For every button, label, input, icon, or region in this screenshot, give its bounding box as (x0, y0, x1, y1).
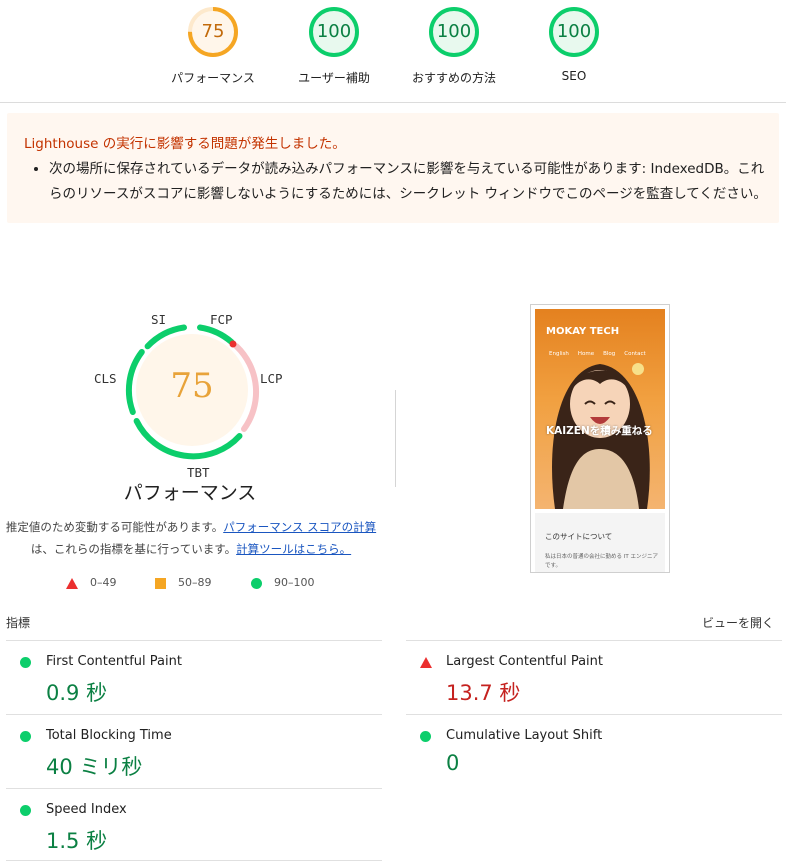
metric-name: Largest Contentful Paint (446, 654, 604, 669)
circle-icon (420, 731, 431, 742)
score-calc-link[interactable]: パフォーマンス スコアの計算 (223, 520, 376, 534)
gauge-ring: 75 (187, 6, 239, 58)
legend-label: 50–89 (178, 576, 212, 589)
gauge-label: パフォーマンス (171, 71, 255, 85)
legend-good: 90–100 (251, 576, 315, 589)
score-summary: 75 パフォーマンス 100 ユーザー補助 100 おすすめの方法 100 SE… (0, 0, 786, 103)
gauge-ring: 100 (548, 6, 600, 58)
gauge-best-practices[interactable]: 100 おすすめの方法 (394, 6, 514, 86)
nav-item: Blog (603, 351, 616, 357)
metric-fcp: First Contentful Paint 0.9 秒 (6, 640, 382, 715)
legend-label: 90–100 (274, 576, 315, 589)
divider (6, 860, 382, 861)
site-tagline: KAIZENを積み重ねる (546, 425, 653, 437)
metrics-header: 指標 (6, 616, 31, 630)
calculator-link[interactable]: 計算ツールはこちら。 (236, 542, 351, 556)
triangle-icon (420, 657, 432, 668)
gauge-label: SEO (561, 69, 587, 83)
screenshot-hero: MOKAY TECH English Home Blog Contact KAIZEN… (535, 309, 665, 509)
tag-fcp: FCP (210, 312, 233, 327)
tag-lcp: LCP (260, 371, 283, 386)
circle-icon (20, 731, 31, 742)
metric-value: 40 ミリ秒 (46, 755, 143, 779)
gauge-score: 100 (436, 21, 472, 42)
circle-icon (251, 577, 262, 589)
legend-poor: 0–49 (66, 576, 117, 589)
performance-score: 75 (170, 366, 214, 406)
expand-view-toggle[interactable]: ビューを開く (702, 614, 774, 631)
gauge-score: 100 (316, 21, 352, 42)
square-icon (155, 577, 166, 589)
about-text: 私は日本の普通の会社に勤める IT エンジニアです。 (545, 554, 658, 569)
site-title: MOKAY TECH (546, 326, 620, 337)
nav-item: Home (577, 351, 595, 357)
gauge-ring: 100 (308, 6, 360, 58)
tag-si: SI (151, 312, 167, 327)
metric-value: 0.9 秒 (46, 681, 108, 705)
final-screenshot[interactable]: MOKAY TECH English Home Blog Contact KAIZEN… (530, 304, 670, 573)
metric-name: First Contentful Paint (46, 654, 182, 669)
nav-item: Contact (624, 351, 646, 357)
gauge-ring: 100 (428, 6, 480, 58)
metric-lcp: Largest Contentful Paint 13.7 秒 (406, 640, 782, 715)
metric-name: Total Blocking Time (46, 728, 172, 743)
metric-name: Speed Index (46, 802, 127, 817)
desc-text: 推定値のため変動する可能性があります。 (5, 520, 224, 534)
gauge-label: おすすめの方法 (411, 71, 496, 85)
character-illustration (552, 363, 650, 509)
gauge-seo[interactable]: 100 SEO (514, 6, 634, 83)
desc-text: は、これらの指標を基に行っています。 (30, 542, 237, 556)
metric-si: Speed Index 1.5 秒 (6, 788, 382, 863)
site-nav: English Home Blog Contact (549, 351, 655, 357)
gauge-score: 75 (201, 21, 225, 42)
tag-cls: CLS (94, 371, 117, 386)
legend-average: 50–89 (155, 576, 212, 589)
divider (395, 390, 396, 487)
performance-title: パフォーマンス (123, 482, 257, 504)
screenshot-about: このサイトについて 私は日本の普通の会社に勤める IT エンジニアです。 (535, 513, 665, 572)
metric-tbt: Total Blocking Time 40 ミリ秒 (6, 714, 382, 789)
nav-item: English (549, 351, 569, 357)
triangle-icon (66, 577, 78, 589)
gauge-label: ユーザー補助 (298, 71, 370, 85)
metric-cls: Cumulative Layout Shift 0 (406, 714, 782, 789)
circle-icon (20, 805, 31, 816)
circle-icon (20, 657, 31, 668)
gauge-performance[interactable]: 75 パフォーマンス (153, 6, 273, 86)
run-warning-box: Lighthouse の実行に影響する問題が発生しました。 次の場所に保存されて… (7, 113, 779, 223)
gauge-score: 100 (556, 21, 592, 42)
warning-list: 次の場所に保存されているデータが読み込みパフォーマンスに影響を与えている可能性が… (27, 157, 769, 207)
warning-title: Lighthouse の実行に影響する問題が発生しました。 (24, 136, 346, 152)
gauge-accessibility[interactable]: 100 ユーザー補助 (274, 6, 394, 86)
warning-item: 次の場所に保存されているデータが読み込みパフォーマンスに影響を与えている可能性が… (49, 157, 769, 207)
metric-value: 13.7 秒 (446, 681, 521, 705)
metric-value: 0 (446, 751, 460, 775)
about-heading: このサイトについて (545, 532, 613, 541)
metric-name: Cumulative Layout Shift (446, 728, 603, 743)
metric-value: 1.5 秒 (46, 829, 108, 853)
legend-label: 0–49 (90, 576, 117, 589)
performance-description: 推定値のため変動する可能性があります。パフォーマンス スコアの計算は、これらの指… (5, 516, 377, 560)
